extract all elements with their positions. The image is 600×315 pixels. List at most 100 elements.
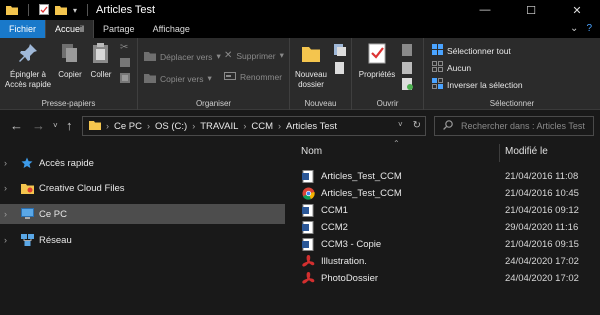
- computer-icon: [20, 208, 34, 220]
- properties-label: Propriétés: [358, 70, 396, 79]
- forward-arrow-icon[interactable]: →: [32, 118, 45, 133]
- folder-icon: [6, 4, 18, 17]
- copy-to-button[interactable]: Copier vers ▾: [144, 72, 212, 85]
- column-header-modified[interactable]: Modifié le: [505, 146, 548, 157]
- select-all-icon: [432, 44, 443, 57]
- file-row[interactable]: Articles_Test_CCM 21/04/2016 11:08: [295, 168, 600, 185]
- file-name: Articles_Test_CCM: [321, 188, 402, 199]
- pin-icon: [17, 42, 39, 67]
- nav-item-creative-cloud[interactable]: › Creative Cloud Files: [0, 178, 285, 198]
- move-to-label: Déplacer vers: [160, 51, 213, 62]
- title-bar: ▾ Articles Test — ☐ ✕: [0, 0, 600, 20]
- maximize-button[interactable]: ☐: [508, 0, 554, 20]
- chevron-down-icon: ▾: [216, 51, 221, 61]
- paste-button[interactable]: Coller: [88, 42, 114, 80]
- breadcrumb-ccm[interactable]: CCM: [251, 121, 273, 132]
- move-to-button[interactable]: Déplacer vers ▾: [144, 50, 221, 63]
- breadcrumb-os-c[interactable]: OS (C:): [155, 121, 187, 132]
- new-item-icon[interactable]: [334, 44, 346, 58]
- chevron-down-icon[interactable]: ˅: [398, 120, 403, 131]
- breadcrumb-articles-test[interactable]: Articles Test: [286, 121, 337, 132]
- search-input[interactable]: Rechercher dans : Articles Test: [434, 116, 594, 136]
- close-button[interactable]: ✕: [554, 0, 600, 20]
- tab-accueil[interactable]: Accueil: [45, 20, 95, 38]
- file-row[interactable]: Articles_Test_CCM 21/04/2016 10:45: [295, 185, 600, 202]
- ribbon-tabs: Fichier Accueil Partage Affichage ⌄ ?: [0, 20, 600, 38]
- nav-item-ce-pc[interactable]: › Ce PC: [0, 204, 285, 224]
- rename-label: Renommer: [240, 72, 283, 82]
- breadcrumb-ce-pc[interactable]: Ce PC: [114, 121, 142, 132]
- delete-button[interactable]: ✕ Supprimer ▾: [224, 50, 284, 61]
- file-row[interactable]: CCM1 21/04/2016 09:12: [295, 202, 600, 219]
- rename-button[interactable]: Renommer: [224, 72, 282, 82]
- select-none-icon: [432, 61, 443, 74]
- tab-fichier[interactable]: Fichier: [0, 20, 46, 38]
- chevron-right-icon[interactable]: ›: [4, 183, 16, 193]
- file-name: CCM3 - Copie: [321, 239, 382, 250]
- invert-selection-button[interactable]: Inverser la sélection: [432, 78, 523, 91]
- address-bar[interactable]: › Ce PC › OS (C:) › TRAVAIL › CCM › Arti…: [82, 116, 426, 136]
- chevron-right-icon[interactable]: ›: [4, 209, 16, 219]
- edit-icon[interactable]: [402, 62, 414, 76]
- properties-button[interactable]: Propriétés: [356, 42, 398, 80]
- group-organiser: Déplacer vers ▾ Copier vers ▾ ✕ Supprime…: [138, 38, 290, 110]
- breadcrumb-travail[interactable]: TRAVAIL: [200, 121, 238, 132]
- recent-locations-icon[interactable]: ˅: [53, 121, 58, 130]
- easy-access-icon[interactable]: [334, 62, 346, 76]
- acrobat-pdf-icon: [301, 272, 315, 286]
- word-doc-icon: [301, 204, 315, 218]
- column-divider[interactable]: [499, 144, 500, 162]
- chevron-right-icon[interactable]: ›: [192, 121, 195, 131]
- back-arrow-icon[interactable]: ←: [10, 118, 23, 133]
- file-row[interactable]: CCM2 29/04/2020 11:16: [295, 219, 600, 236]
- file-row[interactable]: Illustration. 24/04/2020 17:02: [295, 253, 600, 270]
- group-presse-papiers: Épingler à Accès rapide Copier Coller ✂ …: [0, 38, 138, 110]
- word-doc-icon: [301, 238, 315, 252]
- up-arrow-icon[interactable]: ↑: [66, 118, 73, 133]
- chevron-right-icon[interactable]: ›: [106, 121, 109, 131]
- chevron-right-icon[interactable]: ›: [4, 235, 16, 245]
- chevron-down-icon[interactable]: ⌄: [570, 23, 578, 34]
- group-selectionner: Sélectionner tout Aucun Inverser la séle…: [424, 38, 600, 110]
- file-name: CCM1: [321, 205, 348, 216]
- help-icon[interactable]: ?: [586, 23, 592, 34]
- folder-icon: [89, 119, 101, 133]
- column-header-name[interactable]: Nom: [301, 146, 322, 157]
- chevron-down-icon: ▾: [207, 73, 212, 83]
- file-date: 24/04/2020 17:02: [505, 256, 579, 267]
- nav-item-acces-rapide[interactable]: › Accès rapide: [0, 153, 285, 173]
- select-all-button[interactable]: Sélectionner tout: [432, 44, 511, 57]
- properties-qa-icon[interactable]: [39, 3, 49, 17]
- new-folder-button[interactable]: Nouveau dossier: [292, 42, 330, 90]
- copy-path-icon[interactable]: [120, 58, 130, 69]
- navigation-pane: › Accès rapide › Creative Cloud Files › …: [0, 140, 285, 315]
- properties-icon: [366, 42, 388, 67]
- rename-icon: [224, 72, 236, 82]
- group-label-selectionner: Sélectionner: [489, 99, 535, 108]
- select-none-button[interactable]: Aucun: [432, 61, 471, 74]
- file-row[interactable]: PhotoDossier 24/04/2020 17:02: [295, 270, 600, 287]
- tab-partage[interactable]: Partage: [94, 20, 144, 38]
- refresh-icon[interactable]: ↻: [413, 120, 421, 131]
- nav-item-reseau[interactable]: › Réseau: [0, 230, 285, 250]
- paste-shortcut-icon[interactable]: [120, 73, 130, 85]
- copy-button[interactable]: Copier: [56, 42, 84, 80]
- file-name: CCM2: [321, 222, 348, 233]
- customize-qa-icon[interactable]: ▾: [73, 6, 77, 15]
- tab-affichage[interactable]: Affichage: [144, 20, 199, 38]
- chevron-right-icon[interactable]: ›: [243, 121, 246, 131]
- pin-quick-access-button[interactable]: Épingler à Accès rapide: [4, 42, 52, 90]
- chevron-right-icon[interactable]: ›: [278, 121, 281, 131]
- invert-selection-icon: [432, 78, 443, 91]
- word-doc-icon: [301, 221, 315, 235]
- cut-icon[interactable]: ✂: [120, 42, 128, 53]
- chevron-right-icon[interactable]: ›: [4, 158, 16, 168]
- minimize-button[interactable]: —: [462, 0, 508, 20]
- file-row[interactable]: CCM3 - Copie 21/04/2016 09:15: [295, 236, 600, 253]
- file-name: Illustration.: [321, 256, 367, 267]
- new-folder-qa-icon[interactable]: [55, 4, 67, 17]
- chevron-right-icon[interactable]: ›: [147, 121, 150, 131]
- open-icon[interactable]: [402, 44, 414, 58]
- history-icon[interactable]: [402, 78, 414, 92]
- paste-icon: [91, 42, 111, 67]
